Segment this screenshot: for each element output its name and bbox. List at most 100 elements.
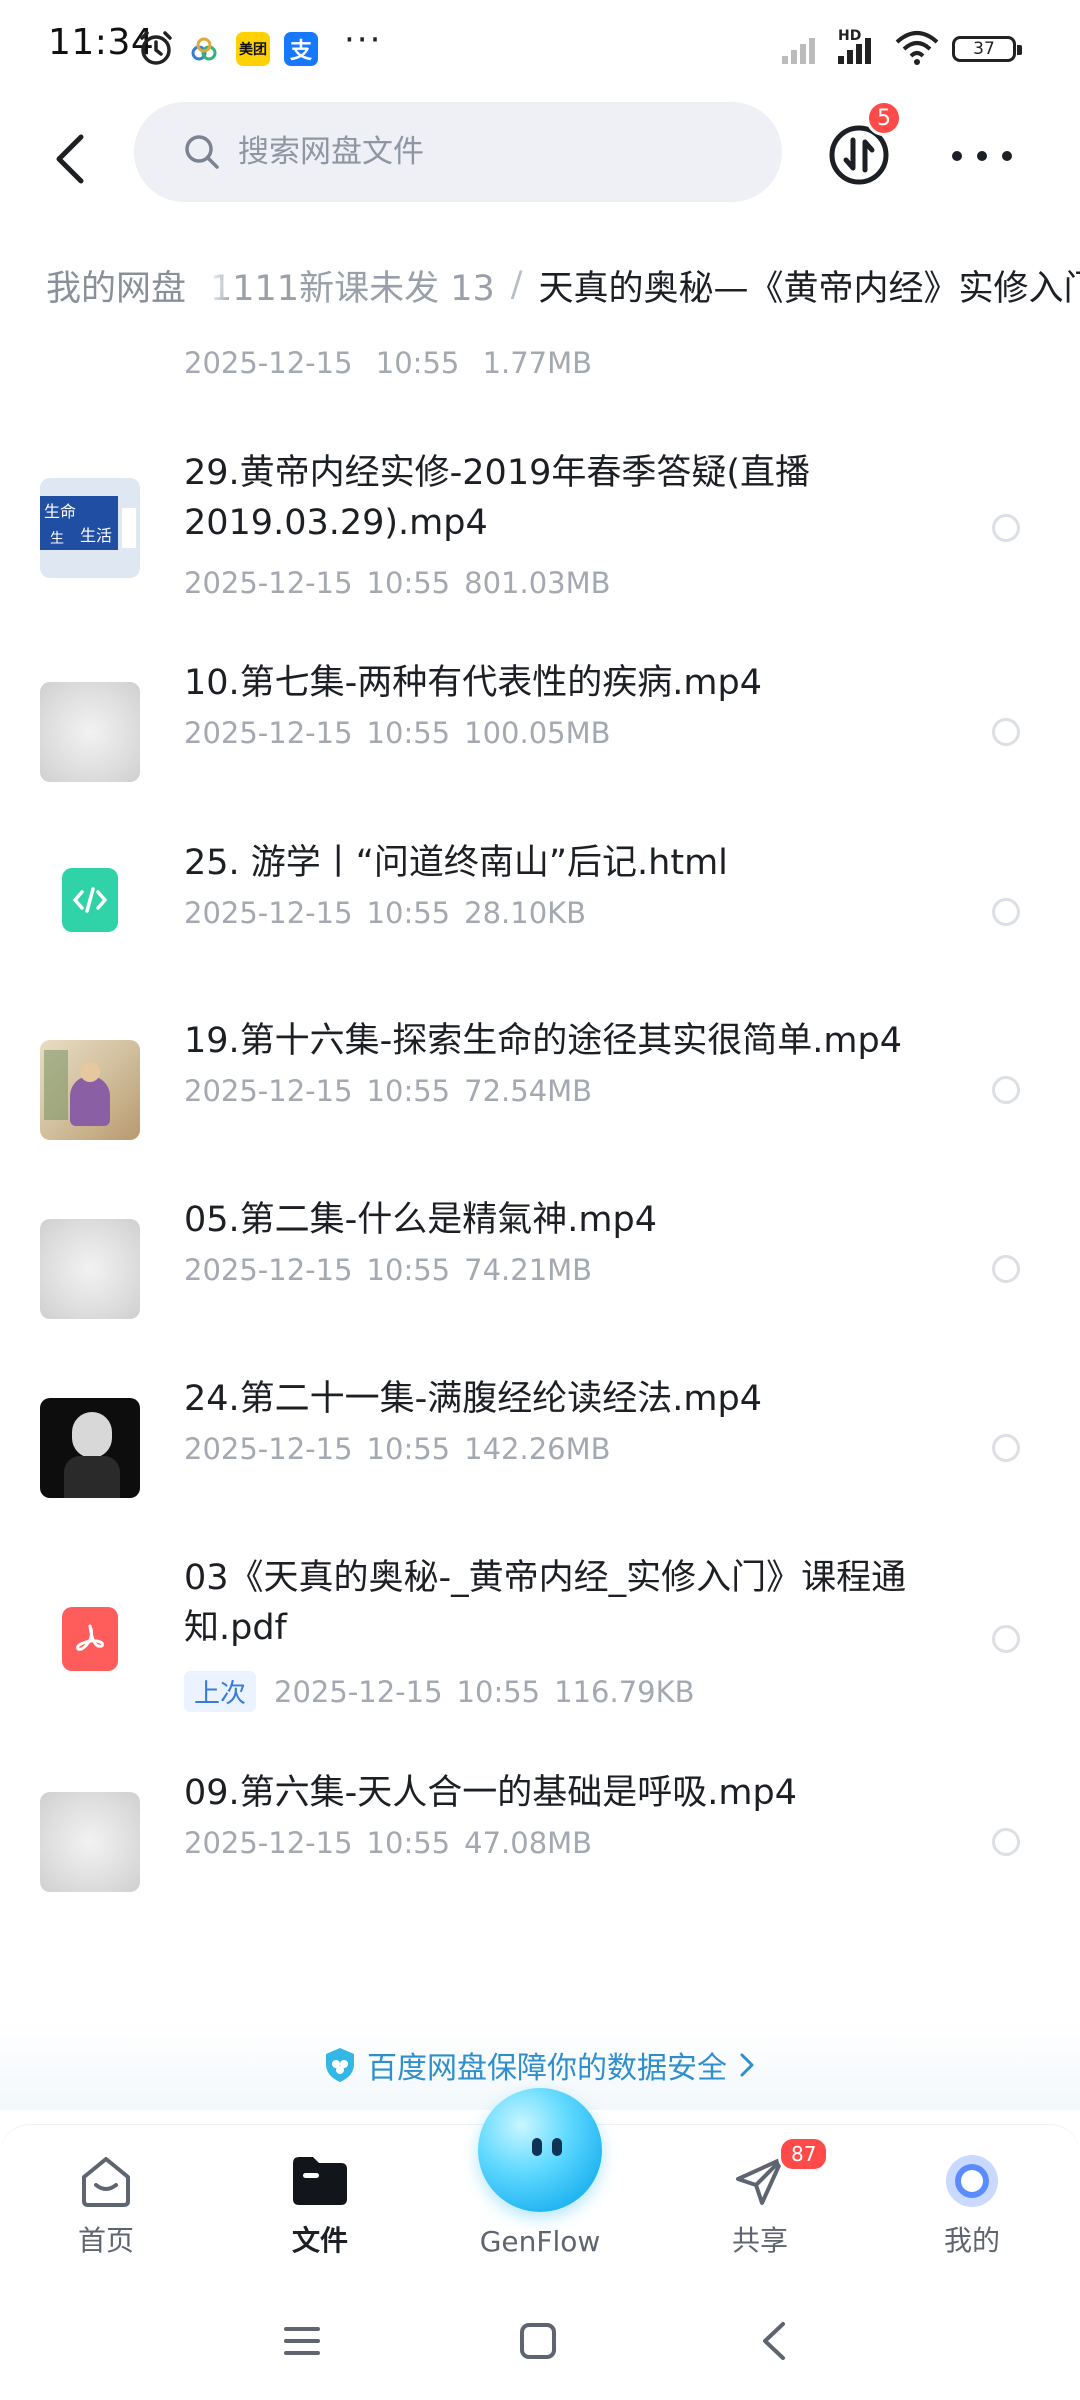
thumbnail-text: 生活: [80, 526, 113, 545]
file-meta: 上次 2025-12-15 10:55 116.79KB: [184, 1671, 709, 1712]
file-size: 100.05MB: [464, 716, 611, 750]
file-row[interactable]: 19.第十六集-探索生命的途径其实很简单.mp4 2025-12-15 10:5…: [0, 1016, 1080, 1156]
nav-mine-label: 我的: [943, 2224, 1000, 2257]
file-time: 10:55: [366, 896, 451, 930]
status-bar: 11:34 美团 支 ··· HD 37: [0, 0, 1080, 100]
file-name: 03《天真的奥秘-_黄帝内经_实修入门》课程通知.pdf: [184, 1558, 907, 1648]
file-list: 2025-12-15 10:55 1.77MB 生命 生活 生 29.黄帝内经实…: [0, 348, 1080, 2048]
file-size: 1.77MB: [482, 348, 593, 380]
shield-icon: [326, 2048, 354, 2082]
recents-button[interactable]: [272, 2316, 332, 2366]
alarm-icon: [140, 31, 172, 65]
file-name: 25. 游学丨“问道终南山”后记.html: [184, 843, 728, 883]
meituan-icon: 美团: [236, 32, 270, 66]
video-thumbnail: [40, 1040, 140, 1140]
file-meta: 2025-12-15 10:55 28.10KB: [184, 896, 600, 930]
dot-icon: [952, 151, 962, 161]
header: 5: [0, 100, 1080, 220]
search-input[interactable]: [236, 133, 720, 171]
file-date: 2025-12-15: [184, 1074, 353, 1108]
square-icon: [520, 2323, 556, 2359]
app-notification-icon: [191, 37, 217, 61]
dot-icon: [1002, 151, 1012, 161]
select-checkbox[interactable]: [992, 514, 1020, 542]
video-thumbnail: 生命 生活 生: [40, 478, 140, 578]
file-size: 74.21MB: [464, 1253, 593, 1287]
file-name: 24.第二十一集-满腹经纶读经法.mp4: [184, 1379, 762, 1419]
nav-genflow-label: GenFlow: [479, 2225, 601, 2258]
file-row[interactable]: 10.第七集-两种有代表性的疾病.mp4 2025-12-15 10:55 10…: [0, 658, 1080, 798]
select-checkbox[interactable]: [992, 1625, 1020, 1653]
select-checkbox[interactable]: [992, 1828, 1020, 1856]
pdf-icon: [62, 1607, 118, 1671]
search-icon: [182, 132, 222, 172]
file-row[interactable]: 24.第二十一集-满腹经纶读经法.mp4 2025-12-15 10:55 14…: [0, 1374, 1080, 1514]
select-checkbox[interactable]: [992, 718, 1020, 746]
file-meta: 2025-12-15 10:55 100.05MB: [184, 716, 625, 750]
select-checkbox[interactable]: [992, 1255, 1020, 1283]
more-options-button[interactable]: [952, 136, 1012, 176]
file-time: 10:55: [366, 1826, 451, 1860]
nav-share-label: 共享: [731, 2224, 788, 2257]
file-time: 10:55: [366, 1432, 451, 1466]
search-bar[interactable]: [134, 102, 782, 202]
file-meta: 2025-12-15 10:55 72.54MB: [184, 1074, 606, 1108]
nav-genflow[interactable]: GenFlow: [470, 2225, 610, 2258]
file-name: 10.第七集-两种有代表性的疾病.mp4: [184, 663, 762, 703]
file-name: 05.第二集-什么是精氣神.mp4: [184, 1200, 657, 1240]
signal-2-icon: [838, 38, 871, 64]
video-thumbnail: [40, 1792, 140, 1892]
file-row[interactable]: 03《天真的奥秘-_黄帝内经_实修入门》课程通知.pdf 上次 2025-12-…: [0, 1553, 1080, 1723]
select-checkbox[interactable]: [992, 1076, 1020, 1104]
file-meta: 2025-12-15 10:55 47.08MB: [184, 1826, 606, 1860]
file-time: 10:55: [366, 1253, 451, 1287]
thumbnail-text: 生命: [44, 502, 77, 521]
wifi-icon: [895, 31, 939, 65]
file-size: 47.08MB: [464, 1826, 593, 1860]
file-time: 10:55: [375, 348, 460, 380]
breadcrumb-root[interactable]: 我的网盘: [22, 252, 213, 318]
file-date: 2025-12-15: [184, 566, 353, 600]
nav-files-label: 文件: [291, 2224, 348, 2257]
file-time: 10:55: [366, 566, 451, 600]
dot-icon: [977, 151, 987, 161]
breadcrumb-path: 1111新课未发 13 / 天真的奥秘—《黄帝内经》实修入门: [210, 250, 1080, 320]
eye-icon: [532, 2138, 542, 2156]
genflow-assistant-icon[interactable]: [478, 2088, 602, 2212]
file-row[interactable]: 生命 生活 生 29.黄帝内经实修-2019年春季答疑(直播2019.03.29…: [0, 448, 1080, 608]
nav-home[interactable]: 首页: [36, 2149, 176, 2259]
file-meta: 2025-12-15 10:55 74.21MB: [184, 1253, 606, 1287]
file-size: 142.26MB: [464, 1432, 611, 1466]
back-arrow-icon: [56, 134, 84, 184]
file-size: 72.54MB: [464, 1074, 593, 1108]
file-row[interactable]: 25. 游学丨“问道终南山”后记.html 2025-12-15 10:55 2…: [0, 838, 1080, 978]
file-row[interactable]: 05.第二集-什么是精氣神.mp4 2025-12-15 10:55 74.21…: [0, 1195, 1080, 1335]
file-date: 2025-12-15: [184, 716, 353, 750]
breadcrumb-item[interactable]: 1111新课未发 13: [210, 260, 495, 311]
file-date: 2025-12-15: [184, 1826, 353, 1860]
battery-icon: 37: [952, 36, 1022, 62]
file-date: 2025-12-15: [184, 1253, 353, 1287]
back-system-button[interactable]: [744, 2316, 804, 2366]
video-thumbnail: [40, 1219, 140, 1319]
file-time: 10:55: [456, 1674, 541, 1709]
more-notifications-icon: ···: [344, 20, 383, 60]
home-system-button[interactable]: [508, 2316, 568, 2366]
system-nav-bar: [0, 2280, 1080, 2400]
video-thumbnail: [40, 682, 140, 782]
nav-mine[interactable]: 我的: [902, 2149, 1042, 2259]
nav-files[interactable]: 文件: [250, 2149, 390, 2259]
file-name: 29.黄帝内经实修-2019年春季答疑(直播2019.03.29).mp4: [184, 453, 811, 543]
file-date: 2025-12-15: [184, 1432, 353, 1466]
back-button[interactable]: [36, 124, 106, 194]
transfer-badge: 5: [866, 100, 902, 136]
select-checkbox[interactable]: [992, 1434, 1020, 1462]
file-row[interactable]: 09.第六集-天人合一的基础是呼吸.mp4 2025-12-15 10:55 4…: [0, 1768, 1080, 1908]
file-meta: 2025-12-15 10:55 142.26MB: [184, 1432, 625, 1466]
file-name: 09.第六集-天人合一的基础是呼吸.mp4: [184, 1773, 797, 1813]
folder-icon: [293, 2157, 347, 2205]
last-opened-tag: 上次: [184, 1671, 257, 1712]
thumbnail-text: 生: [50, 531, 64, 547]
nav-home-label: 首页: [77, 2224, 134, 2257]
select-checkbox[interactable]: [992, 898, 1020, 926]
